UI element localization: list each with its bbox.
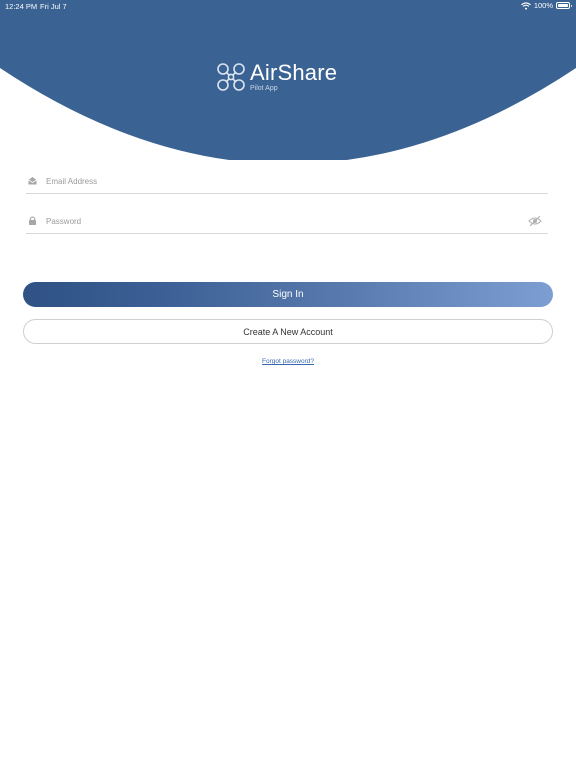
- wifi-icon: [520, 1, 531, 10]
- create-account-button[interactable]: Create A New Account: [23, 319, 553, 344]
- email-input[interactable]: [46, 173, 516, 189]
- brand-name: AirShare: [250, 60, 338, 85]
- status-date: Fri Jul 7: [40, 2, 67, 11]
- status-time: 12:24 PM: [5, 2, 38, 11]
- brand-subtitle: Pilot App: [250, 85, 278, 92]
- drone-icon: [217, 63, 245, 91]
- battery-icon: [556, 2, 572, 9]
- password-input[interactable]: [46, 213, 516, 229]
- email-field: [26, 172, 548, 194]
- forgot-password-link[interactable]: Forgot password?: [0, 358, 576, 365]
- status-bar: 12:24 PM Fri Jul 7 100%: [0, 0, 576, 12]
- sign-in-button[interactable]: Sign In: [23, 282, 553, 307]
- mail-icon: [28, 177, 37, 185]
- battery-percent: 100%: [533, 1, 553, 10]
- status-indicators: 100%: [520, 1, 572, 10]
- lock-icon: [29, 216, 36, 225]
- eye-off-icon[interactable]: [528, 215, 542, 227]
- app-logo: AirShare Pilot App: [216, 60, 361, 96]
- password-field: [26, 212, 548, 234]
